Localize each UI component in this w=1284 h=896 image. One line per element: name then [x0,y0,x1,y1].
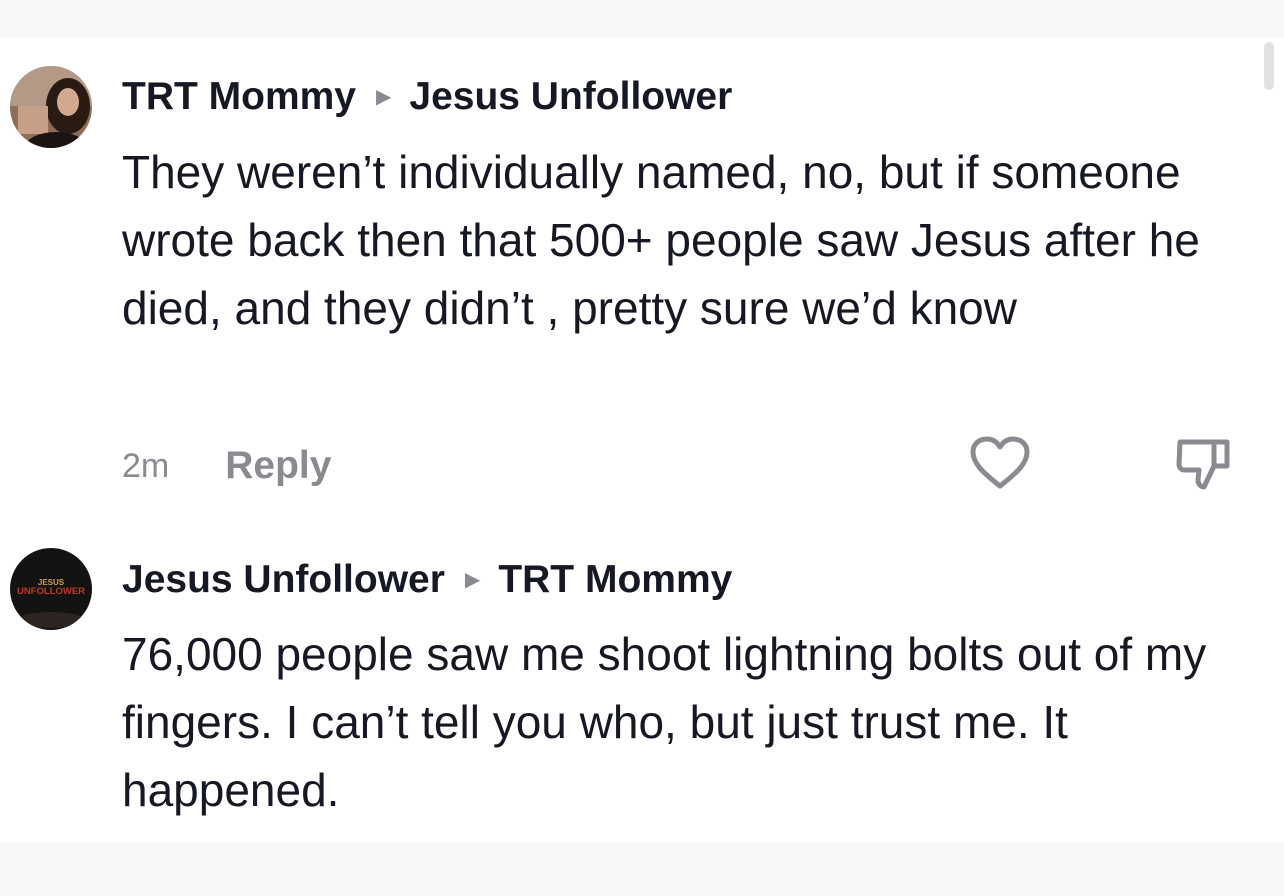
reply-button[interactable]: Reply [225,444,331,488]
reply-arrow-icon: ▶ [376,85,392,108]
avatar[interactable]: JESUS UNFOLLOWER [10,548,92,630]
reply-arrow-icon: ▶ [464,568,481,591]
bottom-strip [0,842,1284,896]
comment-text: They weren’t individually named, no, but… [122,146,1200,334]
comment-meta: 2m Reply [122,444,331,488]
timestamp: 2m [122,446,170,485]
unfollower-logo-icon: JESUS UNFOLLOWER [10,548,92,630]
author-name[interactable]: Jesus Unfollower [122,560,445,599]
author-line: Jesus Unfollower ▶ TRT Mommy [122,560,732,599]
user-photo-icon [10,66,92,148]
heart-icon[interactable] [968,434,1032,497]
comment-text: 76,000 people saw me shoot lightning bol… [122,628,1207,816]
scrollbar[interactable] [1264,42,1274,90]
author-name[interactable]: TRT Mommy [122,77,356,116]
reply-to-name[interactable]: TRT Mommy [498,560,732,599]
avatar[interactable] [10,66,92,148]
author-line: TRT Mommy ▶ Jesus Unfollower [122,77,732,116]
svg-text:UNFOLLOWER: UNFOLLOWER [17,586,85,597]
reply-to-name[interactable]: Jesus Unfollower [409,77,732,116]
dislike-icon[interactable] [1174,434,1232,497]
top-strip [0,0,1284,38]
